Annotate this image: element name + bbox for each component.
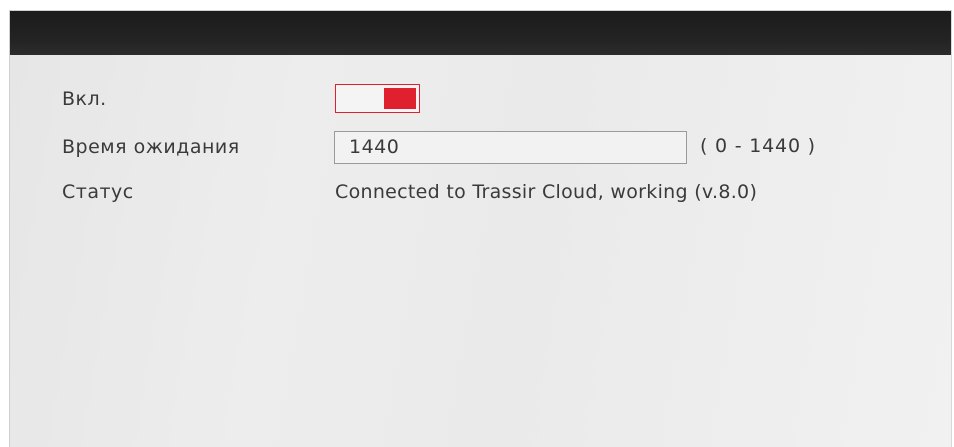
timeout-range-hint: ( 0 - 1440 ) [700,135,816,157]
toggle-knob [384,88,416,109]
timeout-input[interactable]: 1440 [334,131,687,164]
status-label: Статус [62,181,134,203]
status-value: Connected to Trassir Cloud, working (v.8… [335,181,758,203]
title-bar [10,11,951,55]
settings-panel: Вкл. Время ожидания 1440 ( 0 - 1440 ) Ст… [9,10,952,447]
enable-toggle[interactable] [335,84,420,113]
timeout-label: Время ожидания [62,136,240,158]
enable-label: Вкл. [62,88,107,110]
